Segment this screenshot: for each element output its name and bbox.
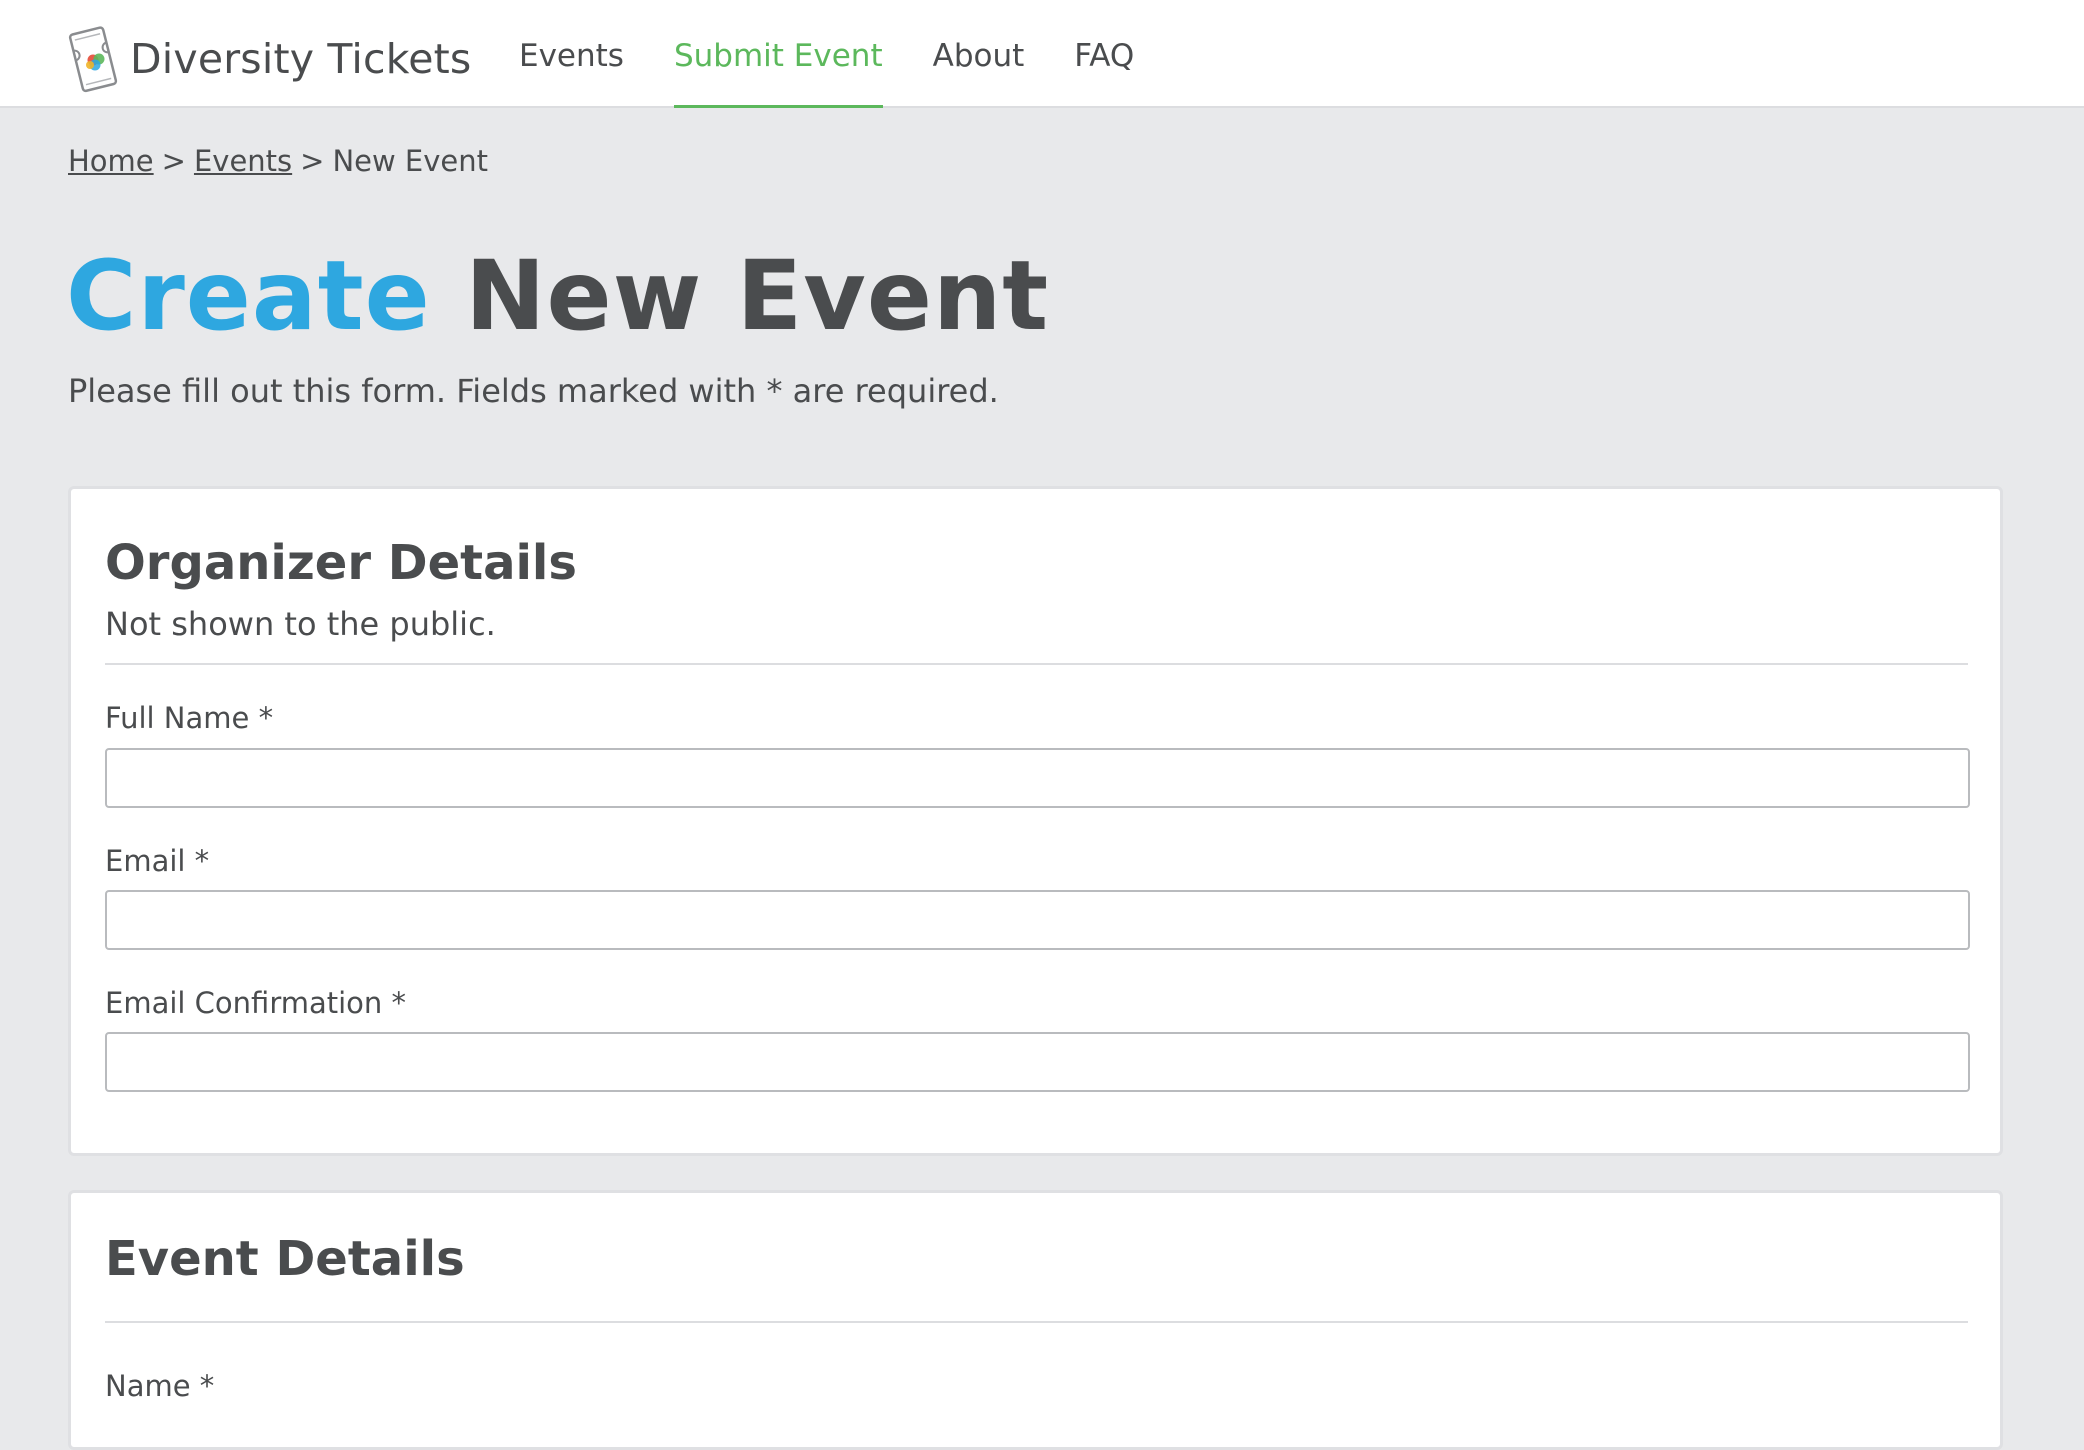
nav-link-faq[interactable]: FAQ <box>1074 0 1134 108</box>
main-nav: Events Submit Event About FAQ <box>519 0 1184 108</box>
nav-link-about[interactable]: About <box>933 0 1025 108</box>
breadcrumb-events-link[interactable]: Events <box>194 144 292 178</box>
full-name-input[interactable] <box>105 748 1970 808</box>
form-intro-text: Please fill out this form. Fields marked… <box>68 372 999 410</box>
email-label: Email * <box>105 844 210 878</box>
breadcrumb-separator: > <box>161 144 186 178</box>
organizer-details-subtitle: Not shown to the public. <box>105 605 496 643</box>
nav-link-submit-event[interactable]: Submit Event <box>673 0 883 108</box>
email-confirmation-input[interactable] <box>105 1032 1970 1092</box>
organizer-details-title: Organizer Details <box>105 535 577 591</box>
event-details-card: Event Details Name * <box>68 1190 2003 1450</box>
section-divider <box>105 1321 1968 1323</box>
breadcrumb-home-link[interactable]: Home <box>68 144 154 178</box>
email-input[interactable] <box>105 890 1970 950</box>
page-title-accent: Create <box>66 240 431 352</box>
ticket-icon <box>68 26 118 93</box>
organizer-details-card: Organizer Details Not shown to the publi… <box>68 486 2003 1156</box>
full-name-label: Full Name * <box>105 701 274 735</box>
breadcrumb-current: New Event <box>332 144 489 178</box>
breadcrumb-separator: > <box>300 144 325 178</box>
brand-link[interactable]: Diversity Tickets <box>66 22 472 96</box>
nav-link-events[interactable]: Events <box>519 0 624 108</box>
brand-name: Diversity Tickets <box>130 35 472 83</box>
section-divider <box>105 663 1968 665</box>
email-confirmation-label: Email Confirmation * <box>105 986 407 1020</box>
breadcrumb: Home > Events > New Event <box>68 144 488 178</box>
top-navbar: Diversity Tickets Events Submit Event Ab… <box>0 0 2084 108</box>
page-title-rest: New Event <box>465 240 1050 352</box>
page-title: Create New Event <box>66 236 1049 356</box>
event-details-title: Event Details <box>105 1231 465 1287</box>
